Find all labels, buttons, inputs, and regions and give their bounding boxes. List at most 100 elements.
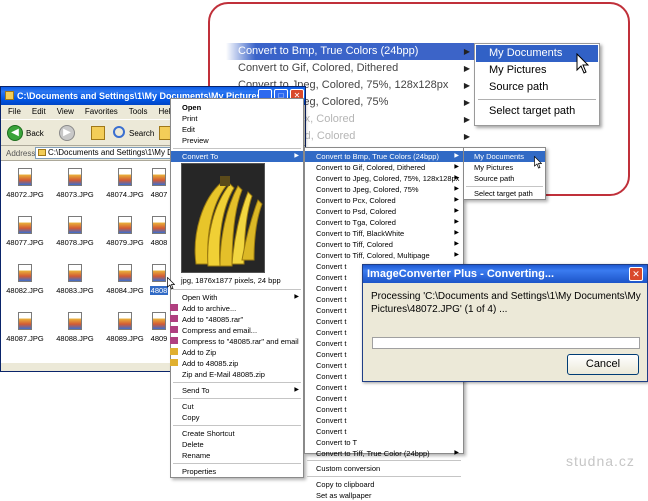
back-arrow-icon[interactable]: ◀ bbox=[7, 125, 23, 141]
zoom-convert-item[interactable]: Convert to Bmp, True Colors (24bpp) ▶ bbox=[226, 43, 474, 60]
zoom-target-item[interactable]: Source path bbox=[476, 79, 598, 96]
zoom-target-item[interactable]: Select target path bbox=[476, 103, 598, 120]
menu-item-edit[interactable]: Edit bbox=[171, 124, 303, 135]
convert-item[interactable]: Convert to Gif, Colored, Dithered ▶ bbox=[305, 162, 463, 173]
file-item[interactable]: 48072.JPG bbox=[1, 162, 49, 206]
menu-separator bbox=[307, 476, 461, 477]
menu-item-create-shortcut[interactable]: Create Shortcut bbox=[171, 428, 303, 439]
menu-separator bbox=[173, 425, 301, 426]
file-item[interactable]: 4808 bbox=[145, 210, 173, 254]
convert-item[interactable]: Convert to Tiff, Colored ▶ bbox=[305, 239, 463, 250]
search-button[interactable]: Search bbox=[129, 129, 154, 138]
file-item[interactable]: 48089.JPG bbox=[101, 306, 149, 350]
close-button[interactable]: ✕ bbox=[629, 267, 643, 281]
bananas-image bbox=[182, 164, 264, 272]
address-input[interactable]: C:\Documents and Settings\1\My D bbox=[35, 147, 171, 159]
convert-item[interactable]: Convert to Tiff, Colored, Multipage ▶ bbox=[305, 250, 463, 261]
folder-up-icon[interactable] bbox=[91, 126, 105, 140]
dialog-titlebar[interactable]: ImageConverter Plus - Converting... bbox=[363, 265, 647, 283]
jpg-file-icon bbox=[118, 216, 132, 234]
menu-item-send-to[interactable]: Send To ▶ bbox=[171, 385, 303, 396]
file-item[interactable]: 48088.JPG bbox=[51, 306, 99, 350]
convert-item[interactable]: Convert to Tga, Colored ▶ bbox=[305, 217, 463, 228]
dialog-title: ImageConverter Plus - Converting... bbox=[367, 268, 555, 280]
winrar-icon bbox=[170, 326, 178, 333]
image-preview bbox=[181, 163, 265, 273]
cancel-button[interactable]: Cancel bbox=[567, 354, 639, 375]
menu-item-add-to-rar[interactable]: Add to "48085.rar" bbox=[171, 314, 303, 325]
menu-item-open-with[interactable]: Open With ▶ bbox=[171, 292, 303, 303]
convert-item[interactable]: Convert to Bmp, True Colors (24bpp) ▶ bbox=[305, 151, 463, 162]
target-item[interactable]: My Documents bbox=[464, 151, 545, 162]
menu-favorites[interactable]: Favorites bbox=[85, 107, 118, 116]
file-item[interactable]: 48084.JPG bbox=[101, 258, 149, 302]
jpg-file-icon bbox=[18, 168, 32, 186]
file-item[interactable]: 4809 bbox=[145, 306, 173, 350]
file-item[interactable]: 48083.JPG bbox=[51, 258, 99, 302]
convert-item[interactable]: Convert t bbox=[305, 415, 463, 426]
target-item[interactable]: Source path bbox=[464, 173, 545, 184]
file-item[interactable]: 48074.JPG bbox=[101, 162, 149, 206]
convert-item[interactable]: Convert to Tiff, True Color (24bpp) ▶ bbox=[305, 448, 463, 459]
menu-item-convert-to[interactable]: Convert To ▶ bbox=[171, 151, 303, 162]
file-item[interactable]: 48087.JPG bbox=[1, 306, 49, 350]
menu-separator bbox=[466, 186, 543, 187]
target-item-select-path[interactable]: Select target path bbox=[464, 188, 545, 199]
jpg-file-icon bbox=[118, 264, 132, 282]
convert-item[interactable]: Convert to Psd, Colored ▶ bbox=[305, 206, 463, 217]
menu-item-custom-conversion[interactable]: Custom conversion bbox=[305, 463, 463, 474]
menu-item-copy[interactable]: Copy bbox=[171, 412, 303, 423]
zoom-convert-item[interactable]: Convert to Gif, Colored, Dithered ▶ bbox=[226, 60, 474, 77]
menu-view[interactable]: View bbox=[57, 107, 74, 116]
menu-item-preview[interactable]: Preview bbox=[171, 135, 303, 146]
jpg-file-icon bbox=[152, 312, 166, 330]
menu-item-open[interactable]: Open bbox=[171, 102, 303, 113]
convert-item[interactable]: Convert t bbox=[305, 426, 463, 437]
winrar-icon bbox=[170, 315, 178, 322]
menu-tools[interactable]: Tools bbox=[129, 107, 148, 116]
menu-item-add-to-zip[interactable]: Add to Zip bbox=[171, 347, 303, 358]
convert-item[interactable]: Convert to Pcx, Colored ▶ bbox=[305, 195, 463, 206]
forward-arrow-icon[interactable]: ▶ bbox=[59, 125, 75, 141]
context-menu: Open Print Edit Preview Convert To ▶ jpg,… bbox=[170, 98, 304, 478]
menu-item-compress-rar-email[interactable]: Compress to "48085.rar" and email bbox=[171, 336, 303, 347]
menu-item-delete[interactable]: Delete bbox=[171, 439, 303, 450]
convert-item[interactable]: Convert t bbox=[305, 404, 463, 415]
menu-item-add-to-archive[interactable]: Add to archive... bbox=[171, 303, 303, 314]
menu-item-set-wallpaper[interactable]: Set as wallpaper bbox=[305, 490, 463, 501]
menu-separator bbox=[173, 382, 301, 383]
file-item[interactable]: 48073.JPG bbox=[51, 162, 99, 206]
menu-item-rename[interactable]: Rename bbox=[171, 450, 303, 461]
mouse-cursor-icon bbox=[167, 276, 176, 292]
menu-item-compress-email[interactable]: Compress and email... bbox=[171, 325, 303, 336]
back-button[interactable]: Back bbox=[26, 129, 44, 138]
convert-item[interactable]: Convert to Tiff, BlackWhite ▶ bbox=[305, 228, 463, 239]
convert-item[interactable]: Convert to T bbox=[305, 437, 463, 448]
convert-item[interactable]: Convert to Jpeg, Colored, 75%, 128x128px… bbox=[305, 173, 463, 184]
convert-item[interactable]: Convert t bbox=[305, 382, 463, 393]
menu-item-copy-to-clipboard[interactable]: Copy to clipboard bbox=[305, 479, 463, 490]
convert-item[interactable]: Convert t bbox=[305, 393, 463, 404]
file-item[interactable]: 48082.JPG bbox=[1, 258, 49, 302]
file-item[interactable]: 48079.JPG bbox=[101, 210, 149, 254]
search-icon[interactable] bbox=[113, 126, 125, 138]
jpg-file-icon bbox=[152, 216, 166, 234]
watermark: studna.cz bbox=[566, 453, 635, 469]
menu-edit[interactable]: Edit bbox=[32, 107, 46, 116]
menu-item-cut[interactable]: Cut bbox=[171, 401, 303, 412]
preview-caption: jpg, 1876x1877 pixels, 24 bpp bbox=[181, 276, 281, 285]
file-item[interactable]: 48077.JPG bbox=[1, 210, 49, 254]
convert-item[interactable]: Convert to Jpeg, Colored, 75% ▶ bbox=[305, 184, 463, 195]
menu-item-properties[interactable]: Properties bbox=[171, 466, 303, 477]
target-item[interactable]: My Pictures bbox=[464, 162, 545, 173]
jpg-file-icon bbox=[18, 264, 32, 282]
menu-item-add-to-48085-zip[interactable]: Add to 48085.zip bbox=[171, 358, 303, 369]
menu-item-print[interactable]: Print bbox=[171, 113, 303, 124]
menu-item-zip-email[interactable]: Zip and E-Mail 48085.zip bbox=[171, 369, 303, 380]
folder-icon bbox=[5, 91, 14, 100]
menu-file[interactable]: File bbox=[8, 107, 21, 116]
file-item[interactable]: 48078.JPG bbox=[51, 210, 99, 254]
jpg-file-icon bbox=[18, 312, 32, 330]
file-item[interactable]: 4807 bbox=[145, 162, 173, 206]
winzip-icon bbox=[170, 359, 178, 366]
